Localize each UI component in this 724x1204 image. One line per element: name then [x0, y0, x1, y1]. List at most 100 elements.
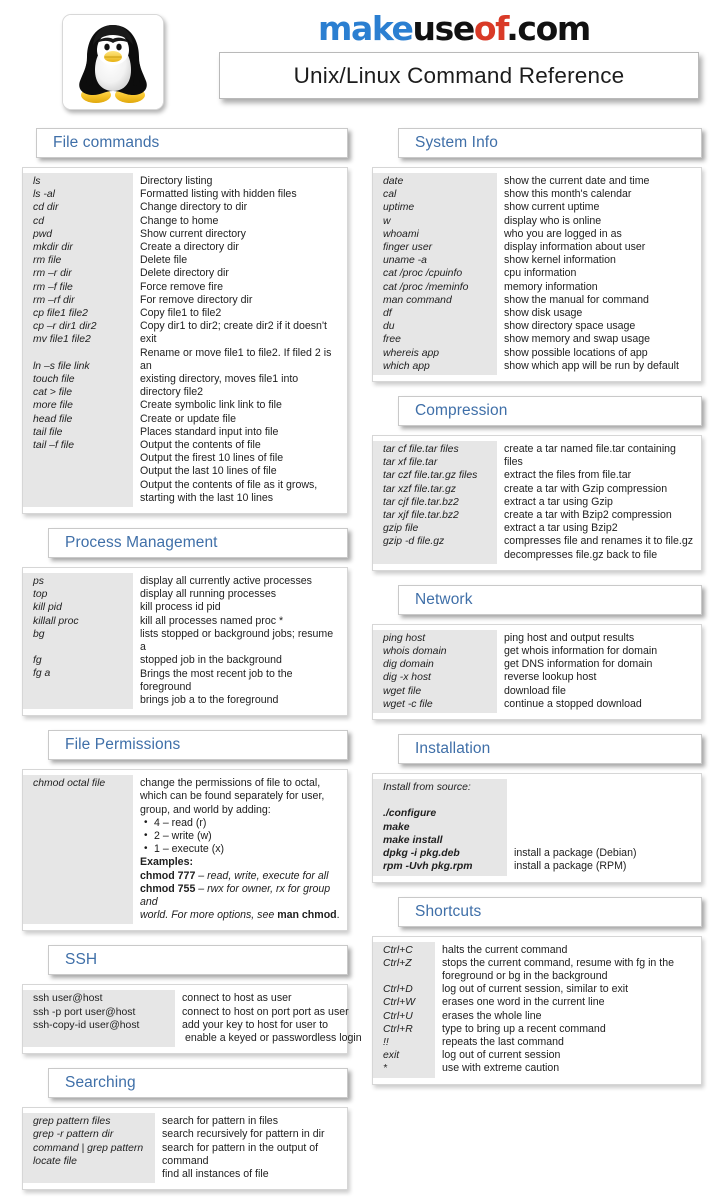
command-cell: ps	[33, 576, 44, 588]
description-cell: create a tar with Bzip2 compression	[504, 509, 672, 522]
description-cell: Create a directory dir	[140, 241, 239, 254]
description-cell: show kernel information	[504, 254, 616, 267]
description-cell: halts the current command	[442, 943, 568, 956]
site-logo-makeuseof: makeuseof.com	[318, 9, 591, 48]
command-cell: uname -a	[383, 255, 427, 267]
description-cell: search recursively for pattern in dir	[162, 1128, 325, 1141]
section-ssh: SSH ssh user@host ssh -p port user@host …	[22, 945, 362, 1055]
description-cell: connect to host on port port as user	[182, 1005, 349, 1018]
command-cell: dig -x host	[383, 672, 431, 684]
description-cell: download file	[504, 684, 566, 697]
command-column: tar cf file.tar files tar xf file.tar ta…	[373, 441, 497, 564]
section-header-compression: Compression	[398, 396, 702, 427]
command-column: ping host whois domain dig domain dig -x…	[373, 629, 497, 714]
description-cell: decompresses file.gz back to file	[504, 548, 658, 561]
section-body-network: ping host whois domain dig domain dig -x…	[372, 623, 702, 721]
row-spacer	[514, 794, 695, 807]
description-column: search for pattern in files search recur…	[155, 1113, 347, 1183]
section-body-searching: grep pattern files grep -r pattern dir c…	[22, 1107, 348, 1191]
command-cell: command | grep pattern	[33, 1142, 144, 1154]
description-cell: Output the firest 10 lines of file	[140, 452, 284, 465]
description-cell: Delete directory dir	[140, 267, 229, 280]
description-column: halts the current command stops the curr…	[435, 942, 701, 1078]
section-file-commands: File commands ls ls -al cd dir cd pwd mk…	[22, 128, 348, 515]
section-body-file-commands: ls ls -al cd dir cd pwd mkdir dir rm fil…	[22, 167, 348, 515]
command-cell: gzip -d file.gz	[383, 536, 445, 548]
command-cell: *	[383, 1063, 388, 1075]
description-cell: change the permissions of file to octal,	[140, 777, 321, 790]
example-text: .	[336, 909, 340, 922]
command-cell: Ctrl+U	[383, 1010, 413, 1022]
row-spacer	[383, 970, 429, 983]
description-cell: enable a keyed or passwordless login	[182, 1031, 362, 1044]
command-cell: which app	[383, 360, 430, 372]
command-cell: Ctrl+Z	[383, 957, 412, 969]
command-cell: man command	[383, 294, 452, 306]
command-column: ps top kill pid killall proc bg fg fg a	[23, 573, 133, 710]
command-column: ls ls -al cd dir cd pwd mkdir dir rm fil…	[23, 173, 133, 508]
page-header: makeuseof.com Unix/Linux Command Referen…	[0, 0, 724, 118]
command-cell: ssh user@host	[33, 993, 103, 1005]
section-header-searching: Searching	[48, 1068, 348, 1099]
command-cell: top	[33, 589, 48, 601]
section-title: Installation	[415, 740, 491, 758]
section-header-process-management: Process Management	[48, 528, 348, 559]
description-cell: add your key to host for user to	[182, 1018, 329, 1031]
row-spacer	[514, 807, 695, 820]
description-cell: show disk usage	[504, 307, 583, 320]
description-cell: starting with the last 10 lines	[140, 491, 274, 504]
install-intro: Install from source:	[383, 782, 471, 794]
description-cell: existing directory, moves file1 into dir…	[140, 373, 299, 399]
command-cell: killall proc	[33, 615, 79, 627]
command-cell: cp –r dir1 dir2	[33, 321, 97, 333]
command-cell: whereis app	[383, 347, 440, 359]
command-cell: cal	[383, 189, 397, 201]
command-column: ssh user@host ssh -p port user@host ssh-…	[23, 990, 175, 1048]
command-cell: gzip file	[383, 523, 419, 535]
description-cell: Output the last 10 lines of file	[140, 465, 277, 478]
row-spacer	[514, 781, 695, 794]
section-title: SSH	[65, 951, 98, 969]
section-title: File commands	[53, 134, 160, 151]
command-cell: ./configure	[383, 808, 437, 820]
example-command: chmod 777	[140, 869, 196, 882]
command-column: grep pattern files grep -r pattern dir c…	[23, 1113, 155, 1184]
command-cell: kill pid	[33, 602, 62, 614]
example-text: – read, write, execute for all	[195, 869, 329, 882]
command-cell: rm –rf dir	[33, 294, 75, 306]
description-column: show the current date and time show this…	[497, 173, 701, 375]
description-column: display all currently active processes d…	[133, 573, 347, 709]
command-cell: tar xzf file.tar.gz	[383, 483, 456, 495]
command-cell: chmod octal file	[33, 778, 106, 790]
command-cell: date	[383, 176, 404, 187]
section-header-installation: Installation	[398, 734, 702, 765]
row-spacer	[33, 641, 127, 654]
example-line: world. For more options, see man chmod.	[140, 909, 341, 922]
description-cell: Show current directory	[140, 227, 246, 240]
command-cell: ssh -p port user@host	[33, 1006, 136, 1018]
description-cell: brings job a to the foreground	[140, 693, 279, 706]
description-cell: show directory space usage	[504, 320, 636, 333]
description-cell: create a tar named file.tar containing f…	[504, 443, 676, 469]
description-cell: stops the current command, resume with f…	[442, 956, 674, 969]
description-cell: show the current date and time	[504, 175, 650, 187]
section-body-system-info: date cal uptime w whoami finger user una…	[372, 167, 702, 383]
command-cell: cd dir	[33, 202, 59, 214]
description-column: change the permissions of file to octal,…	[133, 775, 347, 924]
command-cell: free	[383, 334, 401, 346]
description-cell: Brings the most recent job to the foregr…	[140, 667, 293, 693]
command-cell: more file	[33, 400, 73, 412]
bullet-item: 1 – execute (x)	[144, 842, 341, 856]
description-cell: Output the contents of file	[140, 439, 261, 452]
section-header-file-permissions: File Permissions	[48, 730, 348, 761]
section-title: System Info	[415, 134, 498, 151]
description-cell: stopped job in the background	[140, 654, 282, 667]
logo-text-make: make	[318, 9, 414, 48]
command-cell: whoami	[383, 228, 419, 240]
command-cell: rm –f file	[33, 281, 73, 293]
section-title: Network	[415, 590, 473, 608]
description-cell: Copy dir1 to dir2; create dir2 if it doe…	[140, 320, 327, 346]
command-cell: rpm -Uvh pkg.rpm	[383, 861, 473, 873]
description-cell: show which app will be run by default	[504, 359, 679, 372]
description-cell: extract the files from file.tar	[504, 469, 632, 482]
